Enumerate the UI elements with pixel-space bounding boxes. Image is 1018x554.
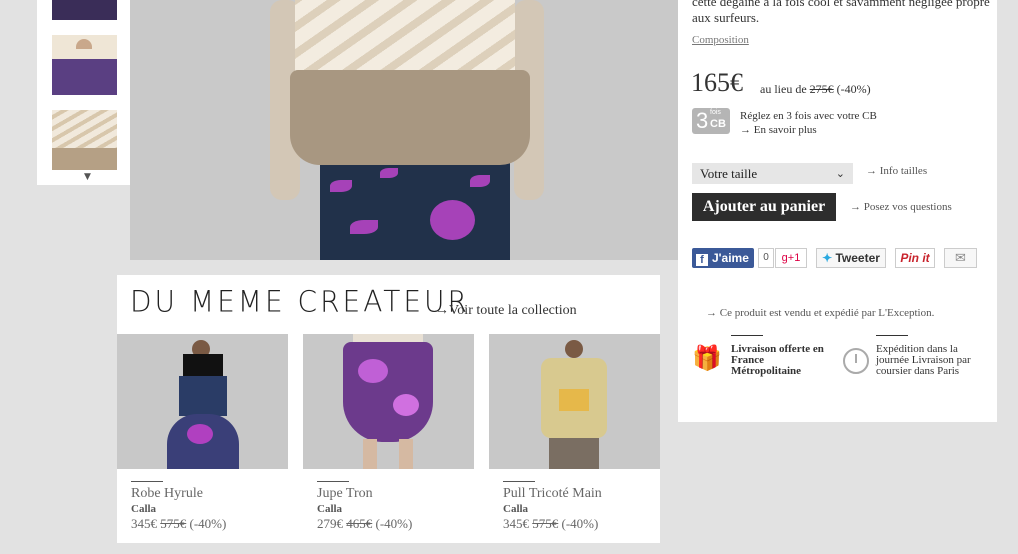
installments-text: Réglez en 3 fois avec votre CB (740, 110, 877, 122)
product-price: 165€ (691, 68, 743, 97)
ask-questions-link[interactable]: → Posez vos questions (850, 201, 952, 213)
thumbnail-strip: ▼ (37, 0, 145, 185)
product-card-brand: Calla (503, 503, 529, 515)
product-card[interactable]: Jupe Tron Calla 279€ 465€ (-40%) (303, 334, 474, 531)
composition-link[interactable]: Composition (692, 34, 749, 46)
facebook-like-count: 0 (758, 248, 774, 268)
old-price: 275€ (809, 82, 834, 96)
gift-icon: 🎁 (692, 346, 722, 372)
product-description: cette dégaine à la fois cool et savammen… (692, 0, 990, 25)
product-card-image[interactable] (489, 334, 660, 469)
mail-icon[interactable]: ✉ (944, 248, 977, 268)
product-card-name[interactable]: Robe Hyrule (131, 486, 203, 502)
discount-label: (-40%) (836, 82, 871, 96)
related-title: DU MEME CREATEUR (130, 284, 470, 319)
product-card-image[interactable] (117, 334, 288, 469)
size-info-link[interactable]: → Info tailles (866, 165, 927, 177)
chevron-down-icon: ⌄ (835, 167, 845, 180)
thumbnail-scroll-down-icon[interactable]: ▼ (84, 172, 91, 182)
product-info-panel: cette dégaine à la fois cool et savammen… (678, 0, 997, 422)
free-delivery-info: Livraison offerte en France Métropolitai… (731, 335, 831, 377)
thumbnail-3[interactable] (52, 110, 117, 170)
product-card-brand: Calla (317, 503, 343, 515)
installments-info: Réglez en 3 fois avec votre CB → En savo… (740, 109, 877, 137)
facebook-like-button[interactable]: f J'aime (692, 248, 754, 268)
price-comparison: au lieu de 275€ (-40%) (760, 82, 871, 97)
instead-of-label: au lieu de (760, 82, 807, 96)
google-plus-button[interactable]: g+1 (775, 248, 807, 268)
thumbnail-1[interactable] (52, 0, 117, 20)
product-card-name[interactable]: Jupe Tron (317, 486, 373, 502)
product-card-prices: 345€ 575€ (-40%) (131, 516, 227, 531)
sold-by-text: → Ce produit est vendu et expédié par L'… (706, 307, 935, 319)
product-card-name[interactable]: Pull Tricoté Main (503, 486, 602, 502)
add-to-cart-button[interactable]: Ajouter au panier (692, 193, 836, 221)
product-card-image[interactable] (303, 334, 474, 469)
product-card-prices: 345€ 575€ (-40%) (503, 516, 599, 531)
installments-more-link[interactable]: → En savoir plus (740, 123, 877, 137)
product-card-brand: Calla (131, 503, 157, 515)
three-times-cb-icon: 3 fois CB (692, 108, 730, 134)
size-select[interactable]: Votre taille ⌄ (692, 163, 853, 184)
thumbnail-2[interactable] (52, 35, 117, 95)
see-all-collection-link[interactable]: →Voir toute la collection (435, 303, 577, 319)
pinterest-button[interactable]: Pin it (895, 248, 935, 268)
product-card[interactable]: Robe Hyrule Calla 345€ 575€ (-40%) (117, 334, 288, 531)
facebook-icon: f (696, 254, 708, 266)
same-day-shipping-info: Expédition dans la journée Livraison par… (876, 335, 986, 377)
product-main-image[interactable] (130, 0, 678, 260)
clock-icon (843, 348, 869, 374)
tweet-button[interactable]: ✦ Tweeter (816, 248, 886, 268)
related-products-section: DU MEME CREATEUR →Voir toute la collecti… (117, 275, 660, 543)
twitter-icon: ✦ (822, 251, 833, 265)
product-card[interactable]: Pull Tricoté Main Calla 345€ 575€ (-40%) (489, 334, 660, 531)
product-card-prices: 279€ 465€ (-40%) (317, 516, 413, 531)
